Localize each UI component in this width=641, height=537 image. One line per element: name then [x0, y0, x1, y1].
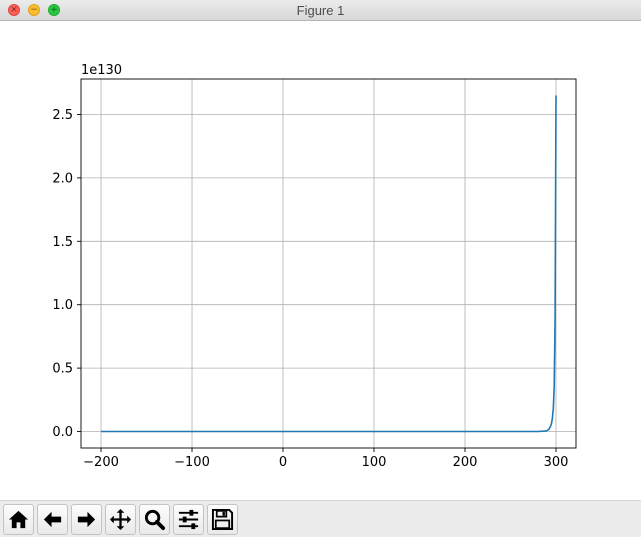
- axes-frame: [80, 78, 577, 449]
- y-tick-label: 1.0: [52, 298, 73, 313]
- y-tick-label: 2.0: [52, 171, 73, 186]
- forward-arrow-icon: [77, 511, 96, 528]
- pan-button[interactable]: [105, 504, 136, 535]
- home-icon: [8, 510, 29, 529]
- x-tick-label: −200: [83, 455, 119, 470]
- x-tick-label: −100: [174, 455, 210, 470]
- y-tick-label: 0.0: [52, 425, 73, 440]
- y-tick-label: 1.5: [52, 235, 73, 250]
- zoom-button[interactable]: [139, 504, 170, 535]
- back-button[interactable]: [37, 504, 68, 535]
- x-tick-label: 200: [453, 455, 478, 470]
- data-series-line: [101, 95, 557, 433]
- forward-button[interactable]: [71, 504, 102, 535]
- navigation-toolbar: [0, 500, 641, 537]
- pan-icon: [109, 508, 132, 531]
- configure-subplots-button[interactable]: [173, 504, 204, 535]
- configure-subplots-icon: [178, 509, 199, 530]
- save-button[interactable]: [207, 504, 238, 535]
- x-tick-label: 0: [279, 455, 287, 470]
- y-axis-offset-label: 1e130: [81, 63, 122, 78]
- y-tick-label: 0.5: [52, 362, 73, 377]
- zoom-magnifier-icon: [144, 509, 166, 531]
- figure-canvas: −200 −100 0 100 200 300 0.0 0.5 1.0 1.5 2.0 2.5 1e13…: [52, 63, 577, 470]
- window-title: Figure 1: [296, 3, 345, 18]
- back-arrow-icon: [43, 511, 62, 528]
- x-tick-label: 300: [544, 455, 569, 470]
- home-button[interactable]: [3, 504, 34, 535]
- save-floppy-icon: [211, 508, 234, 531]
- window-titlebar: × − + Figure 1: [0, 0, 641, 21]
- y-tick-label: 2.5: [52, 108, 73, 123]
- x-tick-label: 100: [362, 455, 387, 470]
